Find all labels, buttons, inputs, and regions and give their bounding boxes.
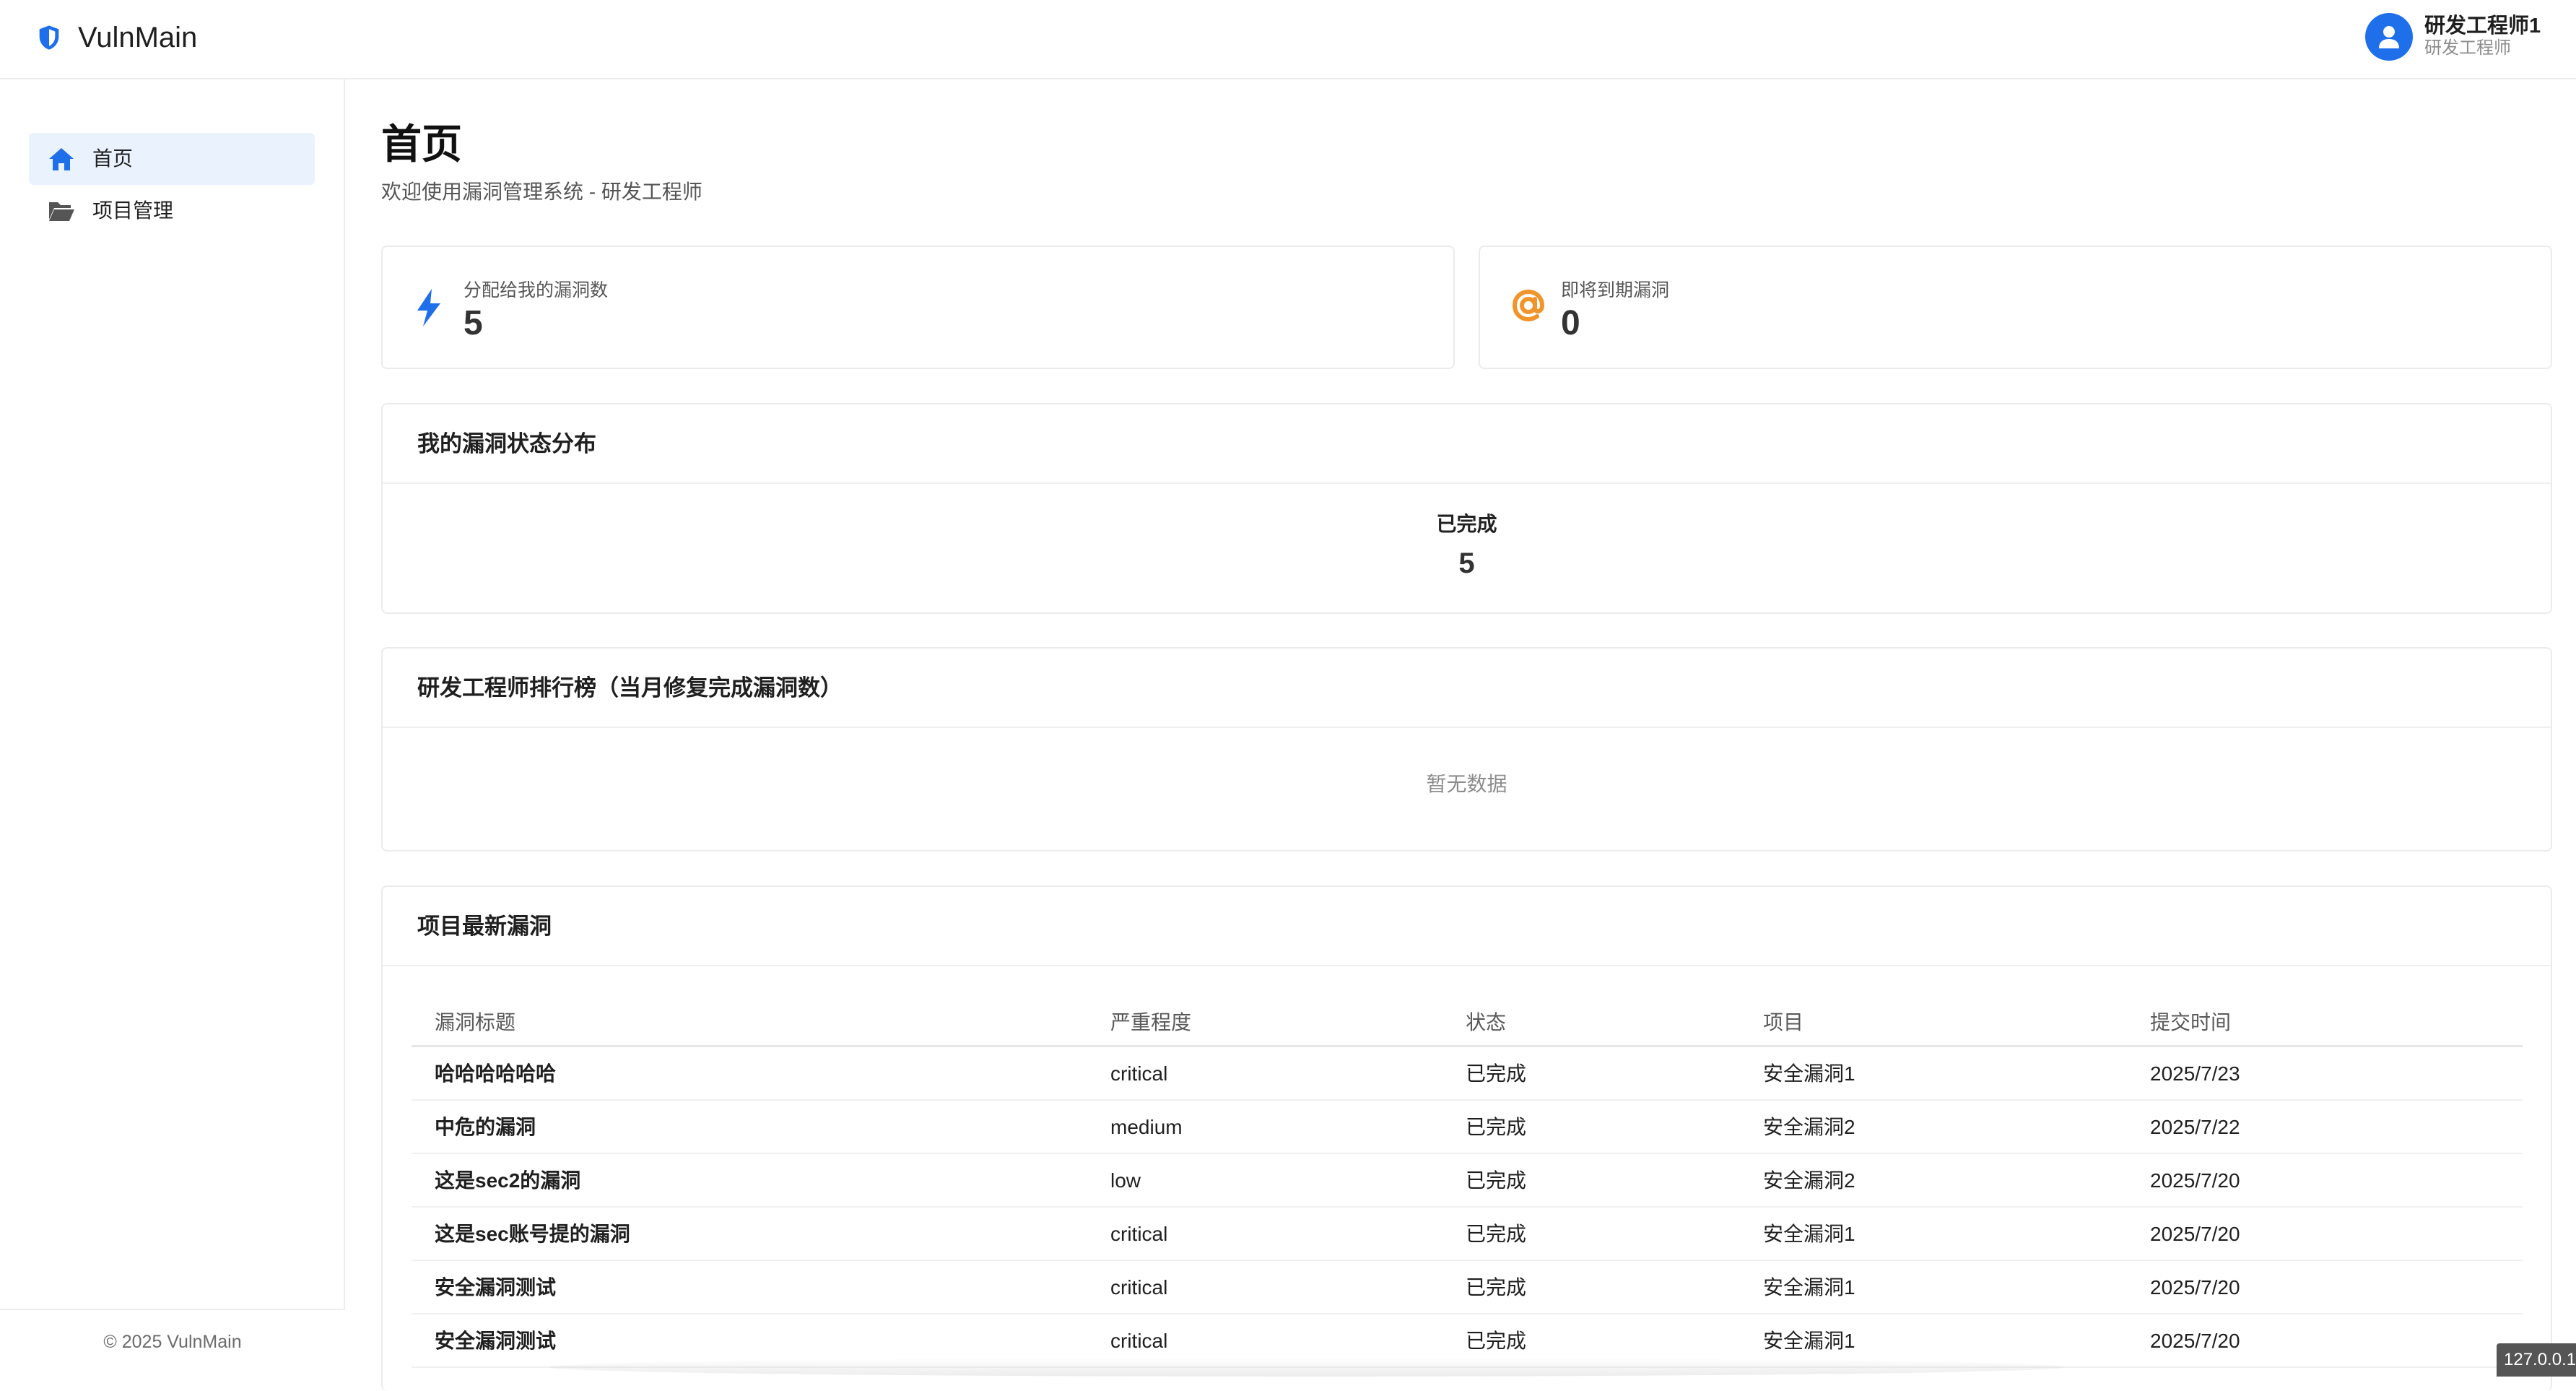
cell-severity: critical <box>1110 1221 1167 1247</box>
user-name[interactable]: 研发工程师1 <box>2424 13 2541 39</box>
cell-title[interactable]: 这是sec账号提的漏洞 <box>435 1221 630 1247</box>
card-title: 项目最新漏洞 <box>417 911 552 942</box>
card-header: 项目最新漏洞 <box>383 887 2551 966</box>
cell-title[interactable]: 哈哈哈哈哈哈 <box>435 1061 556 1087</box>
cell-status: 已完成 <box>1466 1114 1526 1140</box>
sidebar-item-home[interactable]: 首页 <box>29 133 315 185</box>
cell-submitted: 2025/7/22 <box>2150 1114 2240 1140</box>
table-row[interactable]: 这是sec账号提的漏洞 critical 已完成 安全漏洞1 2025/7/20 <box>412 1208 2523 1261</box>
sidebar-item-projects[interactable]: 项目管理 <box>29 185 315 237</box>
card-header: 我的漏洞状态分布 <box>383 404 2551 484</box>
copyright: © 2025 VulnMain <box>0 1332 345 1353</box>
distribution-label: 已完成 <box>383 511 2551 537</box>
app-name[interactable]: VulnMain <box>78 19 197 56</box>
sidebar: 首页 项目管理 <box>0 79 345 1309</box>
column-header-severity: 严重程度 <box>1110 1010 1191 1036</box>
cell-severity: low <box>1110 1168 1141 1194</box>
cell-project: 安全漏洞1 <box>1763 1328 1855 1354</box>
scroll-shadow <box>549 1358 2065 1377</box>
cell-title[interactable]: 安全漏洞测试 <box>435 1275 556 1301</box>
user-role: 研发工程师 <box>2424 38 2511 59</box>
cell-submitted: 2025/7/20 <box>2150 1221 2240 1247</box>
card-title: 我的漏洞状态分布 <box>417 429 596 459</box>
card-title: 研发工程师排行榜（当月修复完成漏洞数） <box>417 673 843 703</box>
column-header-submitted: 提交时间 <box>2150 1010 2231 1036</box>
page-title: 首页 <box>381 118 462 170</box>
table-row[interactable]: 安全漏洞测试 critical 已完成 安全漏洞1 2025/7/20 <box>412 1261 2523 1314</box>
folder-open-icon <box>48 198 75 224</box>
cell-status: 已完成 <box>1466 1275 1526 1301</box>
bolt-icon <box>413 287 445 328</box>
leaderboard-card: 研发工程师排行榜（当月修复完成漏洞数） 暂无数据 <box>381 647 2552 852</box>
cell-submitted: 2025/7/20 <box>2150 1168 2240 1194</box>
column-header-status: 状态 <box>1466 1010 1506 1036</box>
stat-value: 5 <box>464 303 483 344</box>
sidebar-item-label: 项目管理 <box>92 198 173 224</box>
cell-status: 已完成 <box>1466 1221 1526 1247</box>
cell-project: 安全漏洞2 <box>1763 1114 1855 1140</box>
stat-card-assigned: 分配给我的漏洞数 5 <box>381 246 1455 369</box>
stat-card-due-soon: 即将到期漏洞 0 <box>1479 246 2552 369</box>
cell-project: 安全漏洞2 <box>1763 1168 1855 1194</box>
stat-label: 即将到期漏洞 <box>1561 279 1669 302</box>
page-subtitle: 欢迎使用漏洞管理系统 - 研发工程师 <box>381 179 702 205</box>
distribution-value: 5 <box>383 546 2551 581</box>
empty-state: 暂无数据 <box>383 771 2551 797</box>
cell-submitted: 2025/7/20 <box>2150 1275 2240 1301</box>
table-row[interactable]: 哈哈哈哈哈哈 critical 已完成 安全漏洞1 2025/7/23 <box>412 1047 2523 1101</box>
sidebar-footer: © 2025 VulnMain <box>0 1309 345 1377</box>
cell-status: 已完成 <box>1466 1168 1526 1194</box>
cell-submitted: 2025/7/23 <box>2150 1061 2240 1087</box>
avatar[interactable] <box>2365 13 2413 61</box>
cell-severity: medium <box>1110 1114 1183 1140</box>
column-header-project: 项目 <box>1763 1010 1803 1036</box>
table-row[interactable]: 中危的漏洞 medium 已完成 安全漏洞2 2025/7/22 <box>412 1101 2523 1154</box>
host-badge: 127.0.0.1 <box>2497 1343 2576 1377</box>
cell-title[interactable]: 中危的漏洞 <box>435 1114 536 1140</box>
user-icon <box>2378 25 2400 49</box>
cell-project: 安全漏洞1 <box>1763 1061 1855 1087</box>
table-row[interactable]: 这是sec2的漏洞 low 已完成 安全漏洞2 2025/7/20 <box>412 1154 2523 1208</box>
cell-severity: critical <box>1110 1275 1167 1301</box>
sidebar-item-label: 首页 <box>92 146 133 172</box>
status-distribution-card: 我的漏洞状态分布 已完成 5 <box>381 403 2552 614</box>
cell-title[interactable]: 这是sec2的漏洞 <box>435 1168 580 1194</box>
shield-icon <box>35 23 64 52</box>
cell-status: 已完成 <box>1466 1061 1526 1087</box>
cell-title[interactable]: 安全漏洞测试 <box>435 1328 556 1354</box>
home-icon <box>48 146 75 172</box>
table-header: 漏洞标题 严重程度 状态 项目 提交时间 <box>412 995 2523 1047</box>
stat-label: 分配给我的漏洞数 <box>464 279 608 302</box>
stat-value: 0 <box>1561 303 1580 344</box>
card-header: 研发工程师排行榜（当月修复完成漏洞数） <box>383 649 2551 728</box>
latest-vulns-card: 项目最新漏洞 漏洞标题 严重程度 状态 项目 提交时间 哈哈哈哈哈哈 criti… <box>381 885 2552 1391</box>
at-icon <box>1510 287 1546 324</box>
top-bar: VulnMain 研发工程师1 研发工程师 <box>0 0 2576 79</box>
column-header-title: 漏洞标题 <box>435 1010 515 1036</box>
cell-severity: critical <box>1110 1061 1167 1087</box>
cell-project: 安全漏洞1 <box>1763 1275 1855 1301</box>
cell-project: 安全漏洞1 <box>1763 1221 1855 1247</box>
cell-submitted: 2025/7/20 <box>2150 1328 2240 1354</box>
cell-severity: critical <box>1110 1328 1167 1354</box>
cell-status: 已完成 <box>1466 1328 1526 1354</box>
